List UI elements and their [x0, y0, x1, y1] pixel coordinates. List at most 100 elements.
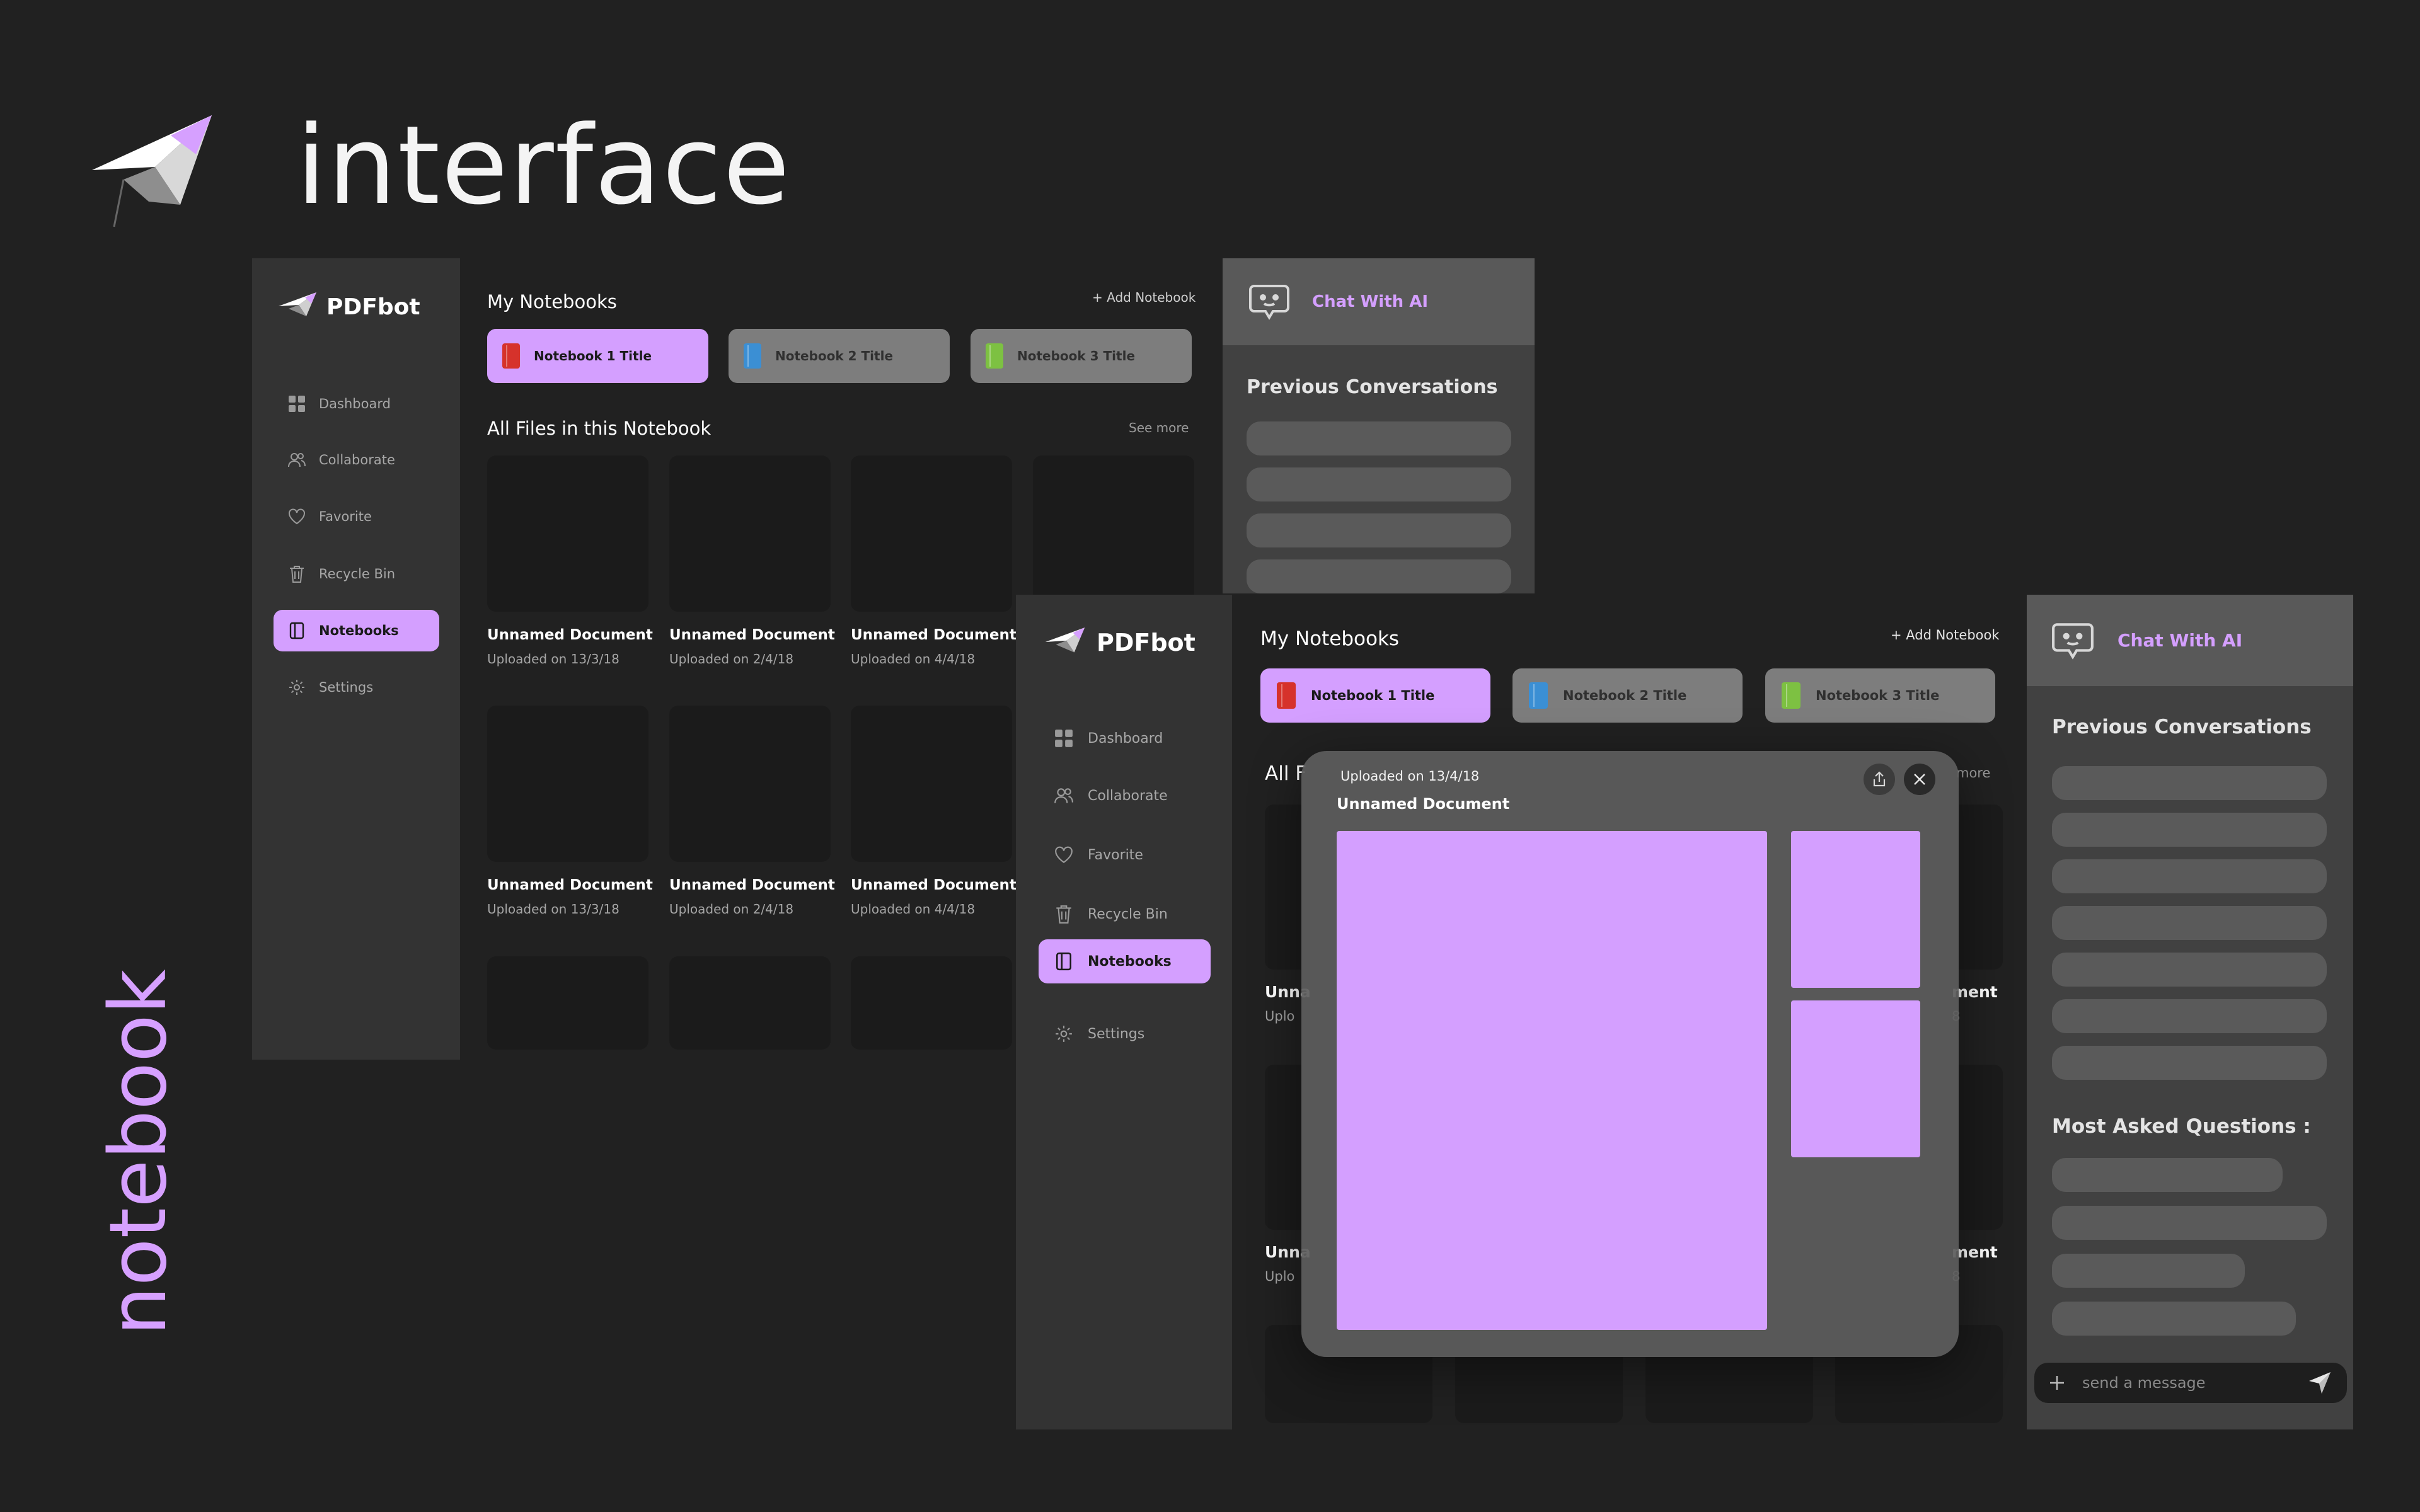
sidebar-item-recycle-bin[interactable]: Recycle Bin — [274, 553, 439, 595]
sidebar: PDFbot Dashboard Collaborate Favorite Re… — [252, 258, 460, 1060]
sidebar-item-label: Favorite — [1088, 847, 1143, 863]
notebook-title: Notebook 3 Title — [1816, 688, 1940, 703]
file-thumbnail[interactable] — [669, 706, 831, 862]
conversation-item[interactable] — [1247, 467, 1511, 501]
grid-icon — [1052, 727, 1075, 750]
notebook-title: Notebook 2 Title — [1563, 688, 1687, 703]
question-item[interactable] — [2052, 1302, 2296, 1336]
chat-title: Chat With AI — [2118, 630, 2243, 651]
file-title: Unnamed Document — [669, 627, 835, 643]
page-thumbnail[interactable] — [1791, 831, 1920, 988]
brand: PDFbot — [1044, 626, 1196, 659]
notebook-card-2[interactable]: Notebook 2 Title — [1512, 668, 1743, 723]
conversation-item[interactable] — [1247, 559, 1511, 593]
chat-panel: Chat With AI Previous Conversations Most… — [2027, 595, 2353, 1429]
brand-name: PDFbot — [1097, 629, 1196, 656]
notebook-card-1[interactable]: Notebook 1 Title — [1260, 668, 1490, 723]
users-icon — [286, 449, 308, 471]
sidebar: PDFbot Dashboard Collaborate Favorite Re… — [1016, 595, 1232, 1429]
conversation-item[interactable] — [2052, 1046, 2327, 1080]
file-date-partial: Uplo — [1265, 1269, 1295, 1284]
sidebar-item-label: Favorite — [319, 509, 372, 524]
file-thumbnail[interactable] — [669, 455, 831, 612]
sidebar-item-collaborate[interactable]: Collaborate — [1039, 774, 1211, 818]
question-item[interactable] — [2052, 1254, 2245, 1288]
sidebar-item-label: Dashboard — [1088, 730, 1163, 747]
file-thumbnail[interactable] — [487, 956, 648, 1050]
file-thumbnail[interactable] — [851, 956, 1012, 1050]
chat-panel: Chat With AI Previous Conversations — [1223, 258, 1535, 593]
see-more-link[interactable]: See more — [1129, 420, 1189, 435]
file-date: Uploaded on 2/4/18 — [669, 902, 794, 917]
message-input[interactable] — [2082, 1374, 2307, 1392]
all-files-heading-partial: All F — [1265, 762, 1307, 785]
sidebar-item-favorite[interactable]: Favorite — [1039, 833, 1211, 877]
conversation-item[interactable] — [2052, 766, 2327, 800]
close-icon — [1914, 774, 1925, 785]
file-title: Unnamed Document — [669, 877, 835, 893]
notebook-title: Notebook 1 Title — [534, 348, 652, 364]
sidebar-item-recycle-bin[interactable]: Recycle Bin — [1039, 892, 1211, 936]
gear-icon — [286, 677, 308, 698]
file-title: Unnamed Document — [487, 877, 653, 893]
trash-icon — [286, 563, 308, 585]
file-thumbnail[interactable] — [487, 706, 648, 862]
file-thumbnail[interactable] — [487, 455, 648, 612]
question-item[interactable] — [2052, 1158, 2283, 1192]
send-icon[interactable] — [2307, 1370, 2333, 1396]
green-book-icon — [986, 343, 1003, 369]
conversation-item[interactable] — [2052, 953, 2327, 987]
red-book-icon — [502, 343, 520, 369]
see-more-link-partial[interactable]: more — [1956, 765, 1990, 781]
sidebar-item-settings[interactable]: Settings — [1039, 1012, 1211, 1056]
previous-conversations-heading: Previous Conversations — [1247, 376, 1498, 398]
file-title: Unnamed Document — [851, 877, 1017, 893]
file-date: Uploaded on 4/4/18 — [851, 902, 976, 917]
document-page-preview[interactable] — [1337, 831, 1767, 1330]
file-thumbnail[interactable] — [851, 455, 1012, 612]
sidebar-item-label: Settings — [319, 680, 374, 695]
conversation-item[interactable] — [2052, 906, 2327, 940]
file-title: Unnamed Document — [851, 627, 1017, 643]
add-notebook-link[interactable]: + Add Notebook — [1891, 627, 2000, 643]
notebook-card-3[interactable]: Notebook 3 Title — [1765, 668, 1995, 723]
side-label: notebook — [93, 969, 184, 1336]
sidebar-item-label: Collaborate — [1088, 788, 1168, 804]
question-item[interactable] — [2052, 1206, 2327, 1240]
bot-icon — [1249, 285, 1289, 320]
sidebar-item-settings[interactable]: Settings — [274, 667, 439, 708]
file-date: Uploaded on 13/3/18 — [487, 651, 619, 667]
notebook-icon — [1052, 950, 1075, 973]
share-button[interactable] — [1864, 764, 1895, 795]
file-thumbnail[interactable] — [669, 956, 831, 1050]
blue-book-icon — [1529, 682, 1548, 709]
conversation-item[interactable] — [2052, 813, 2327, 847]
conversation-item[interactable] — [1247, 513, 1511, 547]
sidebar-item-label: Notebooks — [1088, 953, 1172, 970]
conversation-item[interactable] — [2052, 859, 2327, 893]
file-date: Uploaded on 2/4/18 — [669, 651, 794, 667]
file-thumbnail[interactable] — [851, 706, 1012, 862]
sidebar-item-dashboard[interactable]: Dashboard — [1039, 716, 1211, 760]
file-thumbnail[interactable] — [1033, 455, 1194, 612]
sidebar-item-label: Notebooks — [319, 623, 399, 638]
chat-header: Chat With AI — [2027, 595, 2353, 686]
close-button[interactable] — [1904, 764, 1935, 795]
sidebar-item-dashboard[interactable]: Dashboard — [274, 383, 439, 425]
notebook-card-1[interactable]: Notebook 1 Title — [487, 329, 708, 383]
sidebar-item-collaborate[interactable]: Collaborate — [274, 439, 439, 481]
conversation-item[interactable] — [1247, 421, 1511, 455]
notebook-card-3[interactable]: Notebook 3 Title — [971, 329, 1192, 383]
notebook-card-2[interactable]: Notebook 2 Title — [729, 329, 950, 383]
conversation-item[interactable] — [2052, 999, 2327, 1033]
sidebar-item-favorite[interactable]: Favorite — [274, 496, 439, 537]
sidebar-item-label: Settings — [1088, 1026, 1145, 1042]
heart-icon — [1052, 844, 1075, 866]
sidebar-item-notebooks[interactable]: Notebooks — [274, 610, 439, 651]
hero-title: interface — [296, 102, 792, 229]
add-notebook-link[interactable]: + Add Notebook — [1092, 290, 1196, 305]
plus-icon[interactable] — [2048, 1374, 2066, 1392]
previous-conversations-heading: Previous Conversations — [2052, 716, 2312, 738]
page-thumbnail[interactable] — [1791, 1000, 1920, 1157]
sidebar-item-notebooks[interactable]: Notebooks — [1039, 939, 1211, 983]
